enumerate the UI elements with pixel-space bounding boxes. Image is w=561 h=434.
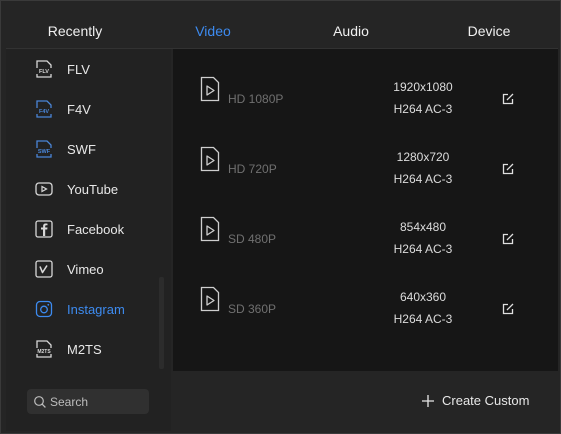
video-file-icon: [200, 286, 220, 312]
tab-device[interactable]: Device: [420, 8, 558, 48]
preset-name: HD 1080P: [228, 92, 284, 106]
facebook-icon: [34, 219, 54, 239]
preset-codec: H264 AC-3: [393, 102, 453, 116]
create-custom-button[interactable]: Create Custom: [421, 393, 529, 408]
sidebar-item-instagram[interactable]: Instagram: [6, 289, 164, 329]
search-box[interactable]: [27, 389, 149, 414]
preset-name: HD 720P: [228, 162, 277, 176]
sidebar-item-label: Facebook: [67, 221, 125, 237]
sidebar-item-f4v[interactable]: F4V F4V: [6, 89, 164, 129]
sidebar-scrollbar[interactable]: [159, 277, 164, 369]
sidebar-item-label: Vimeo: [67, 261, 104, 277]
preset-resolution: 1920x1080: [393, 80, 453, 94]
video-file-icon: [200, 76, 220, 102]
format-sidebar: FLV FLV F4V F4V SWF SWF YouTube Facebook…: [6, 49, 171, 431]
preset-resolution: 854x480: [399, 220, 447, 234]
svg-text:SWF: SWF: [38, 149, 51, 155]
sidebar-item-label: YouTube: [67, 181, 119, 197]
edit-icon[interactable]: [501, 232, 515, 246]
edit-icon[interactable]: [501, 302, 515, 316]
sidebar-item-label: F4V: [67, 101, 91, 117]
preset-row-sd-480p[interactable]: SD 480P 854x480 H264 AC-3: [173, 197, 558, 267]
preset-codec: H264 AC-3: [393, 172, 453, 186]
sidebar-item-youtube[interactable]: YouTube: [6, 169, 164, 209]
flv-file-icon: FLV: [34, 59, 54, 79]
svg-text:M2TS: M2TS: [37, 349, 51, 355]
preset-list: HD 1080P 1920x1080 H264 AC-3 HD 720P 128…: [173, 49, 558, 371]
preset-resolution: 640x360: [399, 290, 447, 304]
tab-video[interactable]: Video: [144, 8, 282, 48]
svg-text:F4V: F4V: [39, 109, 49, 115]
search-icon: [34, 395, 46, 408]
video-file-icon: [200, 216, 220, 242]
preset-codec: H264 AC-3: [393, 242, 453, 256]
plus-icon: [422, 394, 434, 407]
sidebar-item-facebook[interactable]: Facebook: [6, 209, 164, 249]
edit-icon[interactable]: [501, 162, 515, 176]
sidebar-item-vimeo[interactable]: Vimeo: [6, 249, 164, 289]
preset-row-sd-360p[interactable]: SD 360P 640x360 H264 AC-3: [173, 267, 558, 337]
preset-row-hd-720p[interactable]: HD 720P 1280x720 H264 AC-3: [173, 127, 558, 197]
preset-resolution: 1280x720: [396, 150, 450, 164]
f4v-file-icon: F4V: [34, 99, 54, 119]
sidebar-item-flv[interactable]: FLV FLV: [6, 49, 164, 89]
preset-name: SD 360P: [228, 302, 277, 316]
preset-codec: H264 AC-3: [393, 312, 453, 326]
format-list: FLV FLV F4V F4V SWF SWF YouTube Facebook…: [6, 49, 164, 369]
sidebar-item-label: FLV: [67, 61, 90, 77]
sidebar-item-swf[interactable]: SWF SWF: [6, 129, 164, 169]
instagram-icon: [34, 299, 54, 319]
youtube-icon: [34, 179, 54, 199]
preset-footer: Create Custom: [173, 373, 558, 431]
preset-row-hd-1080p[interactable]: HD 1080P 1920x1080 H264 AC-3: [173, 57, 558, 127]
sidebar-item-label: Instagram: [67, 301, 125, 317]
search-input[interactable]: [50, 394, 146, 409]
tab-recently[interactable]: Recently: [6, 8, 144, 48]
preset-name: SD 480P: [228, 232, 277, 246]
m2ts-file-icon: M2TS: [34, 339, 54, 359]
video-file-icon: [200, 146, 220, 172]
svg-text:FLV: FLV: [39, 69, 49, 75]
edit-icon[interactable]: [501, 92, 515, 106]
create-custom-label: Create Custom: [442, 393, 530, 408]
format-picker-panel: Recently Video Audio Device FLV FLV F4V …: [0, 0, 561, 434]
swf-file-icon: SWF: [34, 139, 54, 159]
sidebar-item-m2ts[interactable]: M2TS M2TS: [6, 329, 164, 369]
tab-audio[interactable]: Audio: [282, 8, 420, 48]
sidebar-item-label: M2TS: [67, 341, 102, 357]
format-tabs: Recently Video Audio Device: [6, 8, 558, 48]
vimeo-icon: [34, 259, 54, 279]
sidebar-item-label: SWF: [67, 141, 96, 157]
